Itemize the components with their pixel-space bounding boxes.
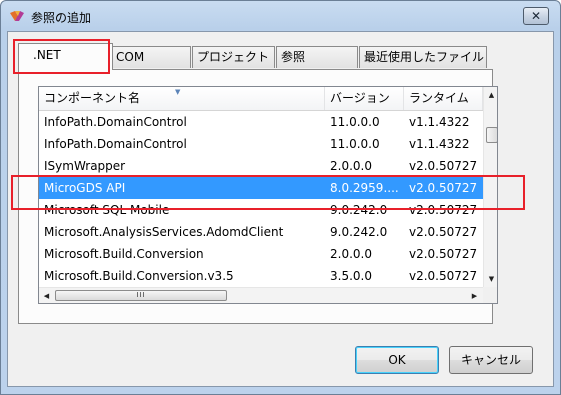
row-component-name: InfoPath.DomainControl [44,115,187,129]
list-row[interactable]: Microsoft SQL Mobile 9.0.242.0 v2.0.5072… [39,199,496,221]
column-header-runtime[interactable]: ランタイム [404,87,483,110]
visual-studio-logo-icon [10,11,24,21]
list-row[interactable]: Microsoft.AnalysisServices.AdomdClient 9… [39,221,497,243]
row-version: 8.0.2959.... [330,181,399,195]
tab-com-label: COM [116,50,145,64]
tab-recent[interactable]: 最近使用したファイル [359,46,487,68]
row-version: 2.0.0.0 [330,159,372,173]
scroll-up-arrow-icon[interactable]: ▲ [484,87,497,103]
row-version: 9.0.242.0 [330,203,388,217]
cancel-button[interactable]: キャンセル [449,346,533,374]
row-runtime: v1.1.4322 [409,137,470,151]
column-header-label: コンポーネント名 [44,91,141,105]
row-runtime: v2.0.50727 [409,247,478,261]
row-runtime: v2.0.50727 [409,269,478,283]
scroll-grip-icon: III [136,291,146,299]
list-row-selected[interactable]: MicroGDS API 8.0.2959.... v2.0.50727 C [39,177,496,199]
column-header-version[interactable]: バージョン [325,87,404,110]
row-component-name: Microsoft.Build.Conversion.v3.5 [44,269,234,283]
row-component-name: Microsoft.Build.Conversion [44,247,204,261]
horizontal-scrollbar[interactable]: ◀ III ▶ [39,287,483,303]
scrollbar-corner [483,287,497,303]
close-icon: ✕ [530,9,542,23]
list-row[interactable]: InfoPath.DomainControl 11.0.0.0 v1.1.432… [39,133,496,155]
scroll-right-arrow-icon[interactable]: ▶ [467,288,482,303]
row-component-name: ISymWrapper [44,159,126,173]
row-component-name: Microsoft SQL Mobile [44,203,170,217]
cancel-button-label: キャンセル [460,353,521,367]
tab-panel-dotnet: コンポーネント名 ▼ バージョン ランタイム パ InfoPath.Domain… [18,69,498,324]
dialog-title: 参照の追加 [31,11,92,25]
list-row[interactable]: Microsoft.Build.Conversion 2.0.0.0 v2.0.… [39,243,496,265]
tab-project[interactable]: プロジェクト [192,46,275,68]
scroll-left-arrow-icon[interactable]: ◀ [39,288,54,303]
add-reference-dialog: 参照の追加 ✕ .NET COM プロジェクト 参照 最近使用したファイル コン… [0,0,561,395]
column-header-label: バージョン [330,91,390,105]
list-row[interactable]: InfoPath.DomainControl 11.0.0.0 v1.1.432… [39,111,496,133]
tab-browse[interactable]: 参照 [276,46,358,68]
tab-dotnet-label: .NET [33,48,61,62]
row-runtime: v2.0.50727 [409,159,478,173]
row-component-name: MicroGDS API [44,181,126,195]
ok-button-label: OK [388,353,406,367]
component-list[interactable]: コンポーネント名 ▼ バージョン ランタイム パ InfoPath.Domain… [38,86,498,304]
row-version: 9.0.242.0 [330,225,388,239]
vertical-scrollbar[interactable]: ▲ ▼ [483,87,497,287]
tab-browse-label: 参照 [281,50,306,64]
vertical-scroll-thumb[interactable] [486,127,497,143]
dialog-body: .NET COM プロジェクト 参照 最近使用したファイル コンポーネント名 ▼… [7,31,554,387]
tab-dotnet[interactable]: .NET [18,43,113,70]
row-component-name: Microsoft.AnalysisServices.AdomdClient [44,225,284,239]
close-button[interactable]: ✕ [523,7,549,25]
row-version: 11.0.0.0 [330,137,380,151]
row-component-name: InfoPath.DomainControl [44,137,187,151]
list-row[interactable]: Microsoft.Build.Conversion.v3.5 3.5.0.0 … [39,265,496,287]
scroll-down-arrow-icon[interactable]: ▼ [484,271,497,287]
row-version: 11.0.0.0 [330,115,380,129]
row-runtime: v2.0.50727 [409,225,478,239]
row-runtime: v1.1.4322 [409,115,470,129]
row-runtime: v2.0.50727 [409,203,478,217]
column-header-component-name[interactable]: コンポーネント名 [39,87,325,110]
horizontal-scroll-thumb[interactable]: III [55,290,227,301]
title-bar[interactable]: 参照の追加 ✕ [1,1,560,29]
sort-arrow-icon: ▼ [175,88,181,96]
ok-button[interactable]: OK [355,346,439,374]
tab-project-label: プロジェクト [197,50,270,64]
tab-recent-label: 最近使用したファイル [364,50,485,64]
row-version: 3.5.0.0 [330,269,372,283]
column-header-label: ランタイム [409,91,469,105]
row-version: 2.0.0.0 [330,247,372,261]
tab-com[interactable]: COM [111,46,191,68]
list-header: コンポーネント名 ▼ バージョン ランタイム パ [39,87,497,111]
list-row[interactable]: ISymWrapper 2.0.0.0 v2.0.50727 C [39,155,496,177]
row-runtime: v2.0.50727 [409,181,478,195]
